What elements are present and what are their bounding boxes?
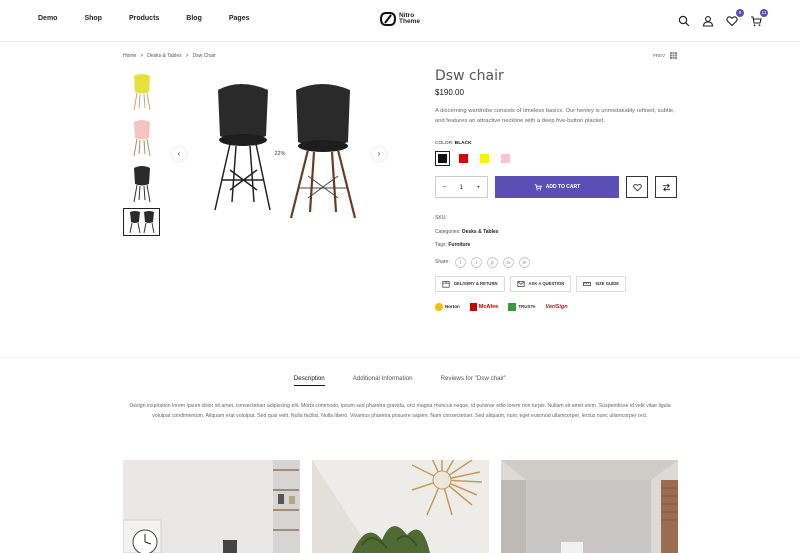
qty-decrease-button[interactable]: − xyxy=(443,184,447,191)
norton-logo: Norton xyxy=(435,302,460,311)
delivery-return-button[interactable]: DELIVERY & RETURN xyxy=(435,275,505,292)
categories-row: Categories: Desks & Tables xyxy=(435,228,499,235)
header-icons: 0 11 xyxy=(678,9,768,27)
product-info: Dsw chair $190.00 A discerning wardrobe … xyxy=(435,68,677,311)
thumbnail-two-chairs[interactable] xyxy=(123,208,160,236)
share-label: Share: xyxy=(435,259,450,265)
box-icon xyxy=(442,280,450,288)
swatch-yellow[interactable] xyxy=(477,151,492,166)
add-to-wishlist-button[interactable] xyxy=(626,176,649,198)
breadcrumb-current: Dsw Chair xyxy=(192,53,216,59)
nav-blog[interactable]: Blog xyxy=(186,15,202,22)
thumbnail-pink-chair[interactable] xyxy=(123,116,160,160)
site-header: Demo Shop Products Blog Pages Nitro Them… xyxy=(0,0,800,42)
purchase-actions: − 1 + ADD TO CART xyxy=(435,176,677,198)
share-row: Share: f t p in ✉ xyxy=(435,256,677,268)
sale-badge: 22% xyxy=(268,142,292,166)
linkedin-icon[interactable]: in xyxy=(502,256,514,268)
quantity-stepper[interactable]: − 1 + xyxy=(435,176,488,198)
compare-icon xyxy=(662,183,670,191)
cart-icon xyxy=(534,183,542,190)
pinterest-icon[interactable]: p xyxy=(486,256,498,268)
thumbnail-yellow-chair[interactable] xyxy=(123,70,160,114)
email-icon[interactable]: ✉ xyxy=(518,256,530,268)
size-guide-button[interactable]: SIZE GUIDE xyxy=(576,275,627,292)
color-swatches xyxy=(435,151,677,166)
wishlist-icon[interactable]: 0 xyxy=(726,9,744,27)
tag-link[interactable]: Furniture xyxy=(448,242,470,248)
swatch-black[interactable] xyxy=(435,151,450,166)
cart-icon[interactable]: 11 xyxy=(750,9,768,27)
qty-increase-button[interactable]: + xyxy=(476,184,480,191)
breadcrumb-home[interactable]: Home xyxy=(123,53,136,59)
product-description: A discerning wardrobe consists of timele… xyxy=(435,108,675,124)
tags-row: Tags: Furniture xyxy=(435,242,471,248)
account-icon[interactable] xyxy=(702,14,714,27)
truste-logo: TRUSTe xyxy=(508,302,535,311)
facebook-icon[interactable]: f xyxy=(454,256,466,268)
nav-pages[interactable]: Pages xyxy=(229,15,250,22)
prev-product-link[interactable]: PREV xyxy=(653,53,665,58)
logo-mark-icon xyxy=(380,12,396,26)
logo-line2: Theme xyxy=(399,18,420,25)
compare-button[interactable] xyxy=(655,176,677,198)
info-pills: DELIVERY & RETURN ASK A QUESTION SIZE GU… xyxy=(435,275,677,292)
tab-reviews[interactable]: Reviews for "Dsw chair" xyxy=(441,375,507,386)
product-meta: SKU: Categories: Desks & Tables Tags: Fu… xyxy=(435,212,677,253)
product-title: Dsw chair xyxy=(435,68,504,84)
lifestyle-image-mirror xyxy=(312,460,489,553)
site-logo[interactable]: Nitro Theme xyxy=(380,12,423,26)
product-tabs: Description Additional Information Revie… xyxy=(0,375,800,386)
product-pager: PREV xyxy=(653,52,677,59)
color-value: BLACK xyxy=(454,141,472,146)
add-to-cart-button[interactable]: ADD TO CART xyxy=(494,176,620,198)
main-nav: Demo Shop Products Blog Pages xyxy=(38,15,276,22)
breadcrumb-separator: > xyxy=(140,53,144,59)
qty-value[interactable]: 1 xyxy=(460,184,464,191)
section-divider xyxy=(0,357,800,358)
trust-badges: Norton McAfee TRUSTe VeriSign xyxy=(435,302,677,311)
nav-demo[interactable]: Demo xyxy=(38,15,57,22)
lifestyle-image-room xyxy=(501,460,678,553)
cart-count-badge: 11 xyxy=(760,9,768,17)
wishlist-count-badge: 0 xyxy=(736,9,744,17)
breadcrumb: Home > Desks & Tables > Dsw Chair xyxy=(123,53,216,59)
nav-shop[interactable]: Shop xyxy=(84,15,102,22)
tab-description[interactable]: Description xyxy=(293,375,325,386)
twitter-icon[interactable]: t xyxy=(470,256,482,268)
verisign-logo: VeriSign xyxy=(545,303,568,310)
search-icon[interactable] xyxy=(678,14,690,27)
tab-description-content: Design inspiration lorem ipsum dolor sit… xyxy=(129,403,671,419)
product-price: $190.00 xyxy=(435,88,464,97)
breadcrumb-category[interactable]: Desks & Tables xyxy=(147,53,181,59)
image-prev-button[interactable]: ‹ xyxy=(172,147,186,161)
add-to-cart-label: ADD TO CART xyxy=(545,184,581,190)
breadcrumb-separator: > xyxy=(185,53,189,59)
image-next-button[interactable]: › xyxy=(372,147,386,161)
mail-icon xyxy=(516,280,525,287)
lifestyle-image-clock xyxy=(123,460,300,553)
ruler-icon xyxy=(583,281,592,286)
mcafee-logo: McAfee xyxy=(469,302,498,311)
grid-icon[interactable] xyxy=(670,52,677,59)
thumbnail-gallery xyxy=(123,70,160,238)
nav-products[interactable]: Products xyxy=(129,15,159,22)
category-link[interactable]: Desks & Tables xyxy=(462,229,499,235)
heart-icon xyxy=(632,183,642,191)
swatch-red[interactable] xyxy=(456,151,471,166)
tab-additional-information[interactable]: Additional Information xyxy=(353,375,413,386)
thumbnail-black-chair[interactable] xyxy=(123,162,160,206)
swatch-pink[interactable] xyxy=(498,151,513,166)
ask-question-button[interactable]: ASK A QUESTION xyxy=(509,275,572,292)
sku-row: SKU: xyxy=(435,215,447,221)
color-label: COLOR: BLACK xyxy=(435,141,472,146)
